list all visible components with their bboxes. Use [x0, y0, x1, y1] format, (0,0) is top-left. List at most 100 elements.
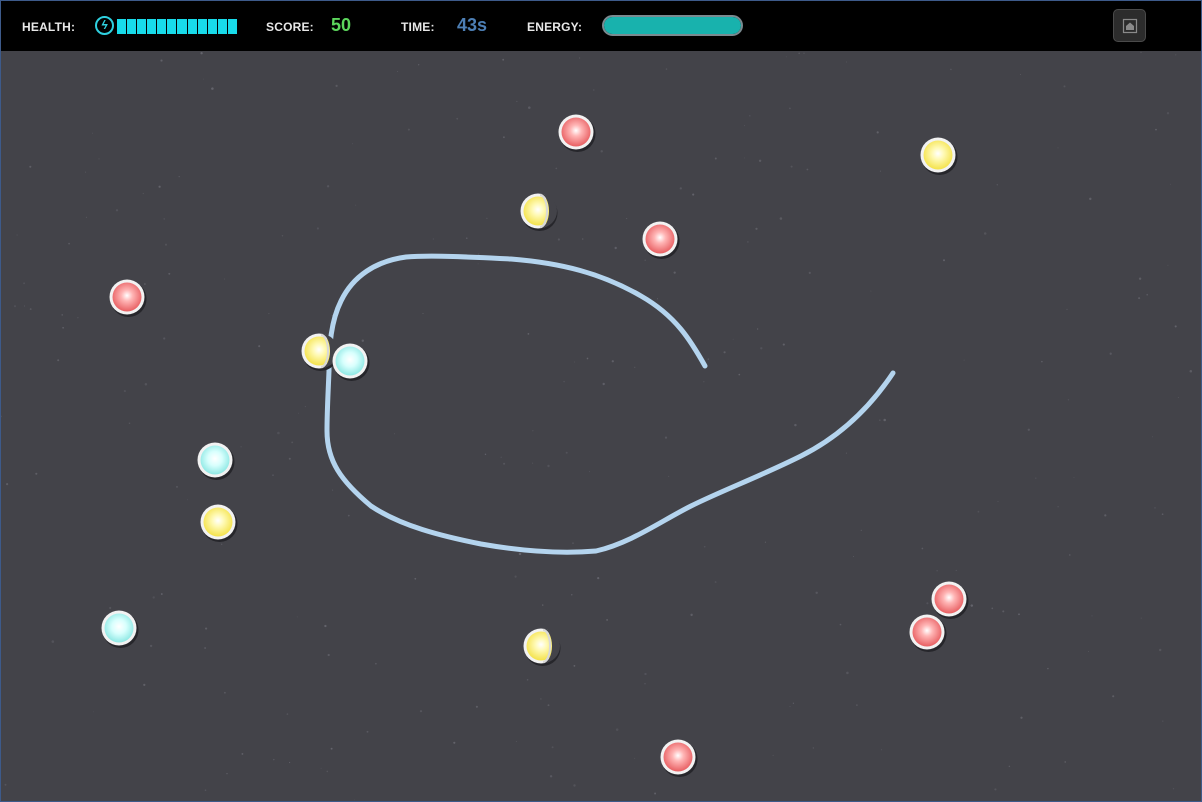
- star-speck: [1091, 615, 1093, 617]
- star-speck: [414, 577, 417, 580]
- star-speck: [187, 499, 188, 501]
- star-speck: [563, 380, 565, 383]
- star-speck: [432, 238, 434, 240]
- cyan-orb[interactable]: [332, 343, 370, 382]
- red-orb[interactable]: [642, 221, 680, 260]
- star-speck: [782, 343, 785, 346]
- star-speck: [98, 158, 100, 160]
- star-speck: [963, 359, 965, 361]
- star-speck: [352, 143, 354, 145]
- star-speck: [845, 61, 847, 63]
- star-speck: [296, 616, 298, 618]
- star-speck: [361, 339, 365, 342]
- star-speck: [176, 486, 178, 488]
- star-speck: [626, 218, 628, 220]
- star-speck: [160, 593, 163, 595]
- star-speck: [1166, 112, 1170, 115]
- play-field-canvas[interactable]: [1, 51, 1201, 801]
- star-speck: [143, 683, 146, 687]
- star-speck: [565, 451, 568, 454]
- star-speck: [644, 683, 646, 685]
- health-segment: [117, 19, 127, 34]
- star-speck: [268, 313, 270, 315]
- yellow-orb[interactable]: [200, 504, 238, 543]
- yellow-orb[interactable]: [523, 628, 561, 667]
- star-speck: [881, 749, 882, 751]
- star-speck: [144, 382, 148, 386]
- star-speck: [144, 283, 146, 285]
- star-speck: [29, 308, 32, 311]
- star-speck: [316, 227, 319, 230]
- star-speck: [77, 317, 79, 319]
- yellow-orb[interactable]: [301, 333, 339, 372]
- star-speck: [204, 789, 207, 791]
- health-segment: [167, 19, 177, 34]
- star-speck: [1146, 293, 1148, 296]
- star-speck: [703, 545, 706, 548]
- star-speck: [597, 576, 600, 580]
- star-speck: [93, 711, 95, 713]
- star-speck: [160, 59, 163, 62]
- star-speck: [1027, 428, 1030, 431]
- star-speck: [1047, 667, 1049, 670]
- star-speck: [755, 227, 758, 230]
- health-segment: [137, 19, 147, 34]
- red-orb[interactable]: [909, 614, 947, 653]
- yellow-orb[interactable]: [520, 193, 558, 232]
- star-speck: [586, 357, 589, 360]
- yellow-orb[interactable]: [920, 137, 958, 176]
- star-speck: [789, 107, 791, 110]
- star-speck: [600, 150, 603, 153]
- star-speck: [673, 271, 676, 274]
- red-orb[interactable]: [558, 114, 596, 153]
- home-icon: [1122, 18, 1137, 33]
- star-speck: [644, 259, 646, 262]
- star-speck: [1112, 695, 1115, 698]
- star-speck: [1138, 297, 1141, 300]
- star-speck: [277, 431, 280, 435]
- star-speck: [6, 483, 9, 486]
- star-speck: [241, 752, 244, 755]
- play-field[interactable]: [1, 51, 1201, 801]
- star-speck: [744, 125, 745, 127]
- star-speck: [644, 672, 647, 676]
- star-speck: [679, 187, 682, 190]
- star-speck: [1189, 370, 1193, 373]
- star-speck: [668, 475, 670, 477]
- star-speck: [240, 446, 242, 448]
- cyan-orb[interactable]: [197, 442, 235, 481]
- star-speck: [16, 234, 18, 236]
- star-speck: [57, 359, 60, 362]
- star-speck: [611, 360, 614, 363]
- star-speck: [573, 664, 576, 667]
- star-speck: [326, 185, 330, 188]
- star-speck: [62, 326, 64, 329]
- star-speck: [1057, 506, 1059, 508]
- red-orb[interactable]: [660, 739, 698, 778]
- health-label: HEALTH:: [22, 20, 76, 34]
- star-speck: [950, 68, 952, 71]
- star-speck: [91, 132, 94, 134]
- star-speck: [407, 128, 410, 131]
- cyan-orb[interactable]: [101, 610, 139, 649]
- star-speck: [747, 241, 749, 243]
- red-orb[interactable]: [931, 581, 969, 620]
- star-speck: [1089, 197, 1092, 201]
- red-orb[interactable]: [109, 279, 147, 318]
- star-speck: [335, 84, 338, 87]
- home-button[interactable]: [1113, 9, 1146, 42]
- star-speck: [772, 754, 774, 756]
- star-speck: [258, 345, 261, 348]
- star-speck: [634, 757, 636, 759]
- star-speck: [515, 740, 517, 743]
- star-speck: [23, 282, 26, 285]
- star-speck: [792, 702, 795, 704]
- star-speck: [853, 555, 855, 557]
- star-speck: [732, 338, 734, 340]
- energy-fill: [604, 17, 741, 34]
- score-label: SCORE:: [266, 20, 314, 34]
- star-speck: [879, 170, 881, 172]
- star-speck: [281, 235, 284, 237]
- star-speck: [943, 259, 945, 262]
- star-speck: [806, 168, 809, 171]
